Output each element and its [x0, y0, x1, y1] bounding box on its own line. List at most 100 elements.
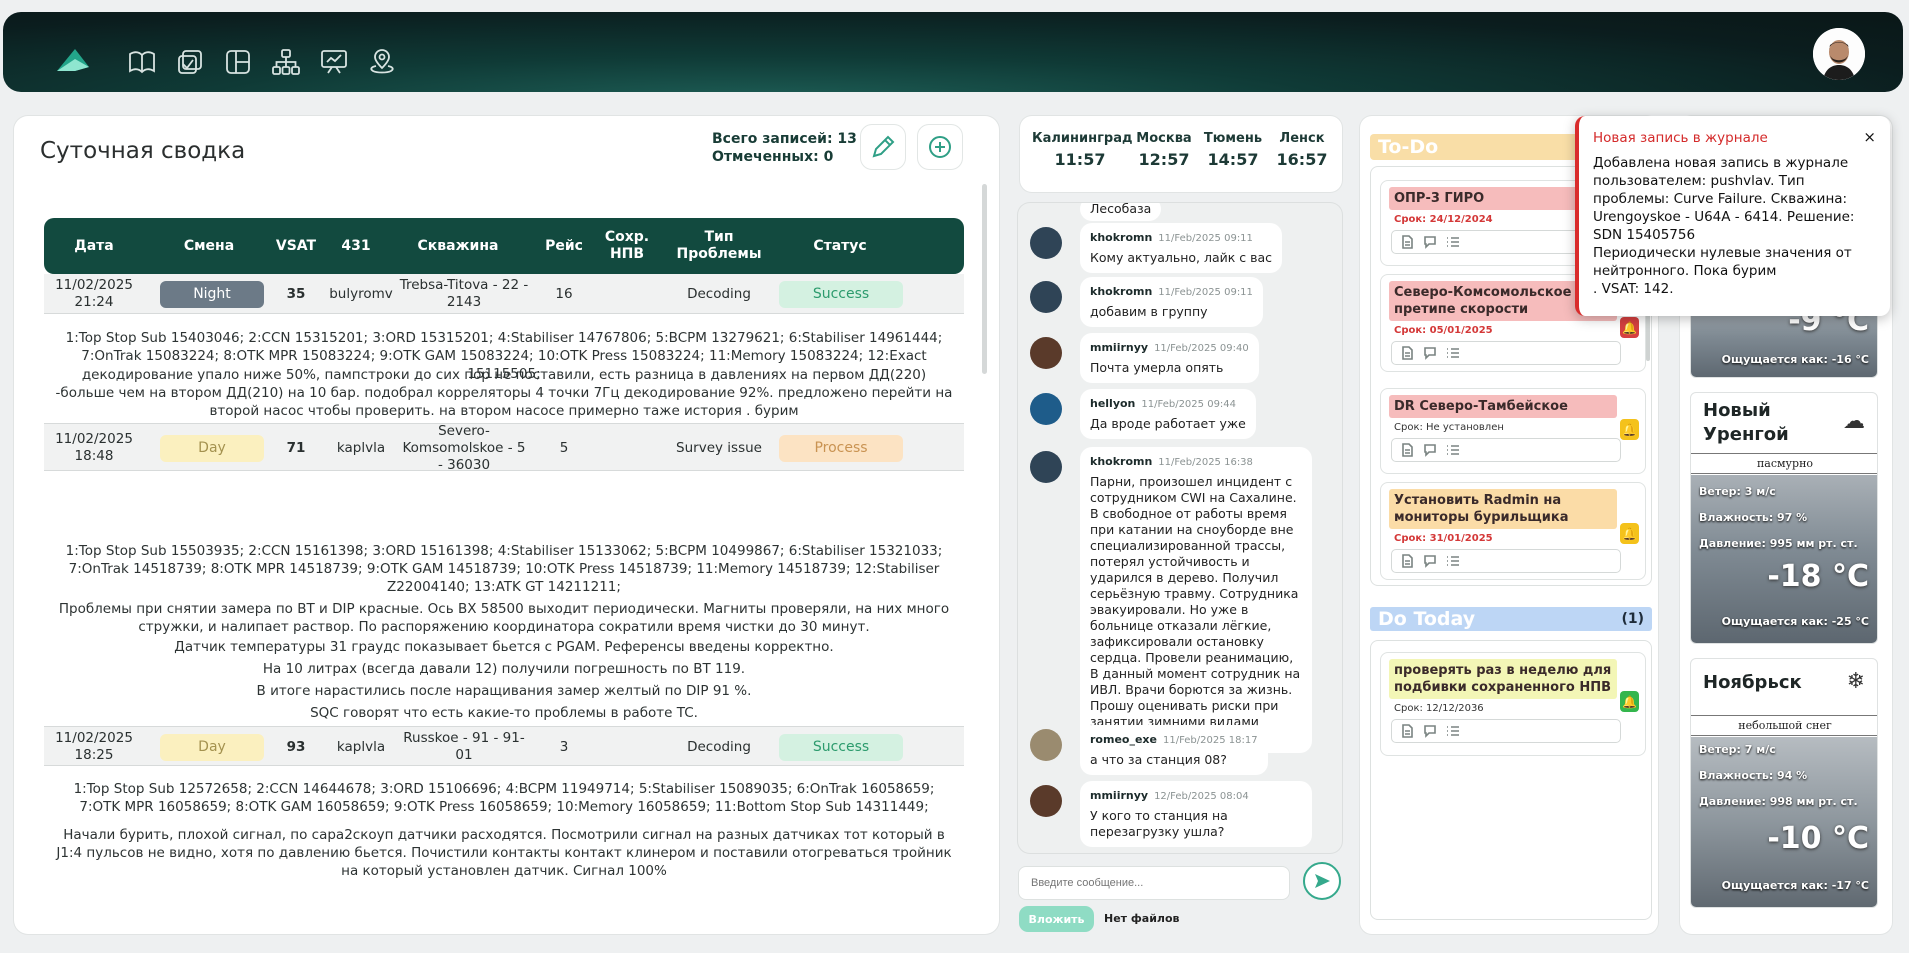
message-text: Да вроде работает уже	[1090, 416, 1246, 431]
avatar[interactable]	[1030, 393, 1062, 425]
send-icon	[1315, 874, 1330, 888]
avatar[interactable]	[1030, 785, 1062, 817]
weather-city: Ноябрьск	[1703, 672, 1802, 693]
bell-icon[interactable]: 🔔	[1620, 317, 1639, 338]
clock-time: 12:57	[1138, 150, 1190, 169]
add-record-button[interactable]	[917, 124, 963, 170]
book-icon[interactable]	[125, 46, 159, 78]
clock-city: Калининград	[1032, 131, 1133, 146]
snowflake-icon: ❄	[1846, 669, 1865, 694]
hierarchy-icon[interactable]	[269, 46, 303, 78]
world-clocks: Калининград 11:57 Москва 12:57 Тюмень 14…	[1020, 116, 1342, 192]
presentation-icon[interactable]	[317, 46, 351, 78]
close-icon[interactable]: ×	[1863, 128, 1876, 146]
document-icon[interactable]	[1400, 346, 1414, 360]
row-comment: Начали бурить, плохой сигнал, по сара2ск…	[56, 827, 952, 879]
message-bubble: hellyon 11/Feb/2025 09:44 Да вроде работа…	[1080, 389, 1256, 439]
app-logo[interactable]	[53, 45, 93, 75]
comment-icon[interactable]	[1423, 235, 1437, 249]
col-date[interactable]: Дата	[44, 218, 144, 274]
document-icon[interactable]	[1400, 724, 1414, 738]
row-problem: Decoding	[687, 285, 751, 302]
bell-icon[interactable]: 🔔	[1620, 419, 1639, 440]
col-status[interactable]: Статус	[776, 218, 904, 274]
task-due: Срок: 12/12/2036	[1394, 703, 1484, 714]
list-icon[interactable]	[1446, 724, 1460, 738]
col-trip[interactable]: Рейс	[534, 218, 594, 274]
page-title: Суточная сводка	[40, 138, 246, 164]
row-date: 11/02/2025 21:24	[55, 277, 133, 310]
row-well: Severo-Komsomolskoe - 5 - 36030	[402, 422, 526, 473]
col-431[interactable]: 431	[326, 218, 386, 274]
task-card[interactable]: DR Северо-Тамбейское 🔔 Срок: Не установл…	[1380, 388, 1646, 474]
avatar[interactable]	[1030, 729, 1062, 761]
table-row[interactable]: 11/02/2025 18:48 Day 71 kaplvla Severo-K…	[44, 422, 964, 473]
comment-icon[interactable]	[1423, 346, 1437, 360]
task-due: Срок: 05/01/2025	[1394, 325, 1493, 336]
clock-kaliningrad: Калининград 11:57	[1032, 131, 1133, 169]
table-row[interactable]: 11/02/2025 21:24 Night 35 bulyromv Trebs…	[44, 274, 964, 314]
list-icon[interactable]	[1446, 346, 1460, 360]
task-card[interactable]: проверять раз в неделю для подбивки сохр…	[1380, 652, 1646, 756]
map-pin-icon[interactable]	[365, 46, 399, 78]
message-author[interactable]: khokromn	[1090, 455, 1152, 468]
list-icon[interactable]	[1446, 443, 1460, 457]
weather-condition: небольшой снег	[1691, 715, 1877, 736]
col-problem-type[interactable]: Тип Проблемы	[674, 218, 764, 274]
message-author[interactable]: khokromn	[1090, 231, 1152, 244]
message-bubble: khokromn 11/Feb/2025 16:38 Парни, произош…	[1080, 447, 1312, 753]
status-badge: Success	[779, 280, 903, 308]
attach-button[interactable]: Вложить	[1019, 906, 1094, 932]
avatar[interactable]	[1030, 337, 1062, 369]
layout-icon[interactable]	[221, 46, 255, 78]
user-avatar[interactable]	[1813, 28, 1865, 80]
message-author[interactable]: mmiirnyy	[1090, 341, 1148, 354]
document-icon[interactable]	[1400, 554, 1414, 568]
bell-icon[interactable]: 🔔	[1620, 691, 1639, 712]
avatar[interactable]	[1030, 451, 1062, 483]
col-vsat[interactable]: VSAT	[266, 218, 326, 274]
message-text: Почта умерла опять	[1090, 360, 1224, 375]
document-icon[interactable]	[1400, 443, 1414, 457]
document-icon[interactable]	[1400, 235, 1414, 249]
list-icon[interactable]	[1446, 554, 1460, 568]
message-input[interactable]	[1018, 866, 1290, 900]
todo-title: To-Do	[1378, 136, 1439, 158]
avatar[interactable]	[1030, 227, 1062, 259]
message-text: а что за станция 08?	[1090, 752, 1227, 767]
avatar[interactable]	[1030, 281, 1062, 313]
clock-city: Тюмень	[1203, 131, 1263, 146]
row-npv	[597, 274, 657, 314]
comment-icon[interactable]	[1423, 443, 1437, 457]
col-shift[interactable]: Смена	[154, 218, 264, 274]
task-card[interactable]: Установить Radmin на мониторы бурильщика…	[1380, 482, 1646, 580]
weather-feels-like: Ощущается как: -16 °C	[1721, 353, 1869, 366]
table-row[interactable]: 11/02/2025 18:25 Day 93 kaplvla Russkoe …	[44, 726, 964, 766]
message-author[interactable]: khokromn	[1090, 285, 1152, 298]
clock-city: Ленск	[1279, 131, 1325, 146]
weather-feels-like: Ощущается как: -17 °C	[1721, 879, 1869, 892]
comment-icon[interactable]	[1423, 724, 1437, 738]
weather-condition: пасмурно	[1691, 453, 1877, 474]
bell-icon[interactable]: 🔔	[1620, 523, 1639, 544]
col-well[interactable]: Скважина	[392, 218, 524, 274]
cloud-icon: ☁	[1843, 409, 1865, 434]
task-due: Срок: Не установлен	[1394, 422, 1504, 433]
send-button[interactable]	[1303, 862, 1341, 900]
toast-title: Новая запись в журнале	[1593, 130, 1768, 146]
checklist-icon[interactable]	[173, 46, 207, 78]
list-icon[interactable]	[1446, 235, 1460, 249]
notification-toast[interactable]: Новая запись в журнале × Добавлена новая…	[1575, 116, 1890, 316]
message-author[interactable]: mmiirnyy	[1090, 789, 1148, 802]
task-actions	[1391, 341, 1621, 365]
edit-button[interactable]	[860, 124, 906, 170]
comment-icon[interactable]	[1423, 554, 1437, 568]
message-author[interactable]: hellyon	[1090, 397, 1135, 410]
message-text: У кого то станция на перезагрузку ушла?	[1090, 808, 1228, 839]
do-today-title: Do Today	[1378, 608, 1476, 630]
col-npv[interactable]: Сохр. НПВ	[597, 218, 657, 274]
chat-messages[interactable]: Лесобаза khokromn 11/Feb/2025 09:11 Кому …	[1018, 203, 1342, 853]
row-comment: декодирование упало ниже 50%, пампстроки…	[55, 367, 953, 419]
summary-scrollbar[interactable]	[982, 184, 987, 374]
message-author[interactable]: romeo_exe	[1090, 733, 1157, 746]
